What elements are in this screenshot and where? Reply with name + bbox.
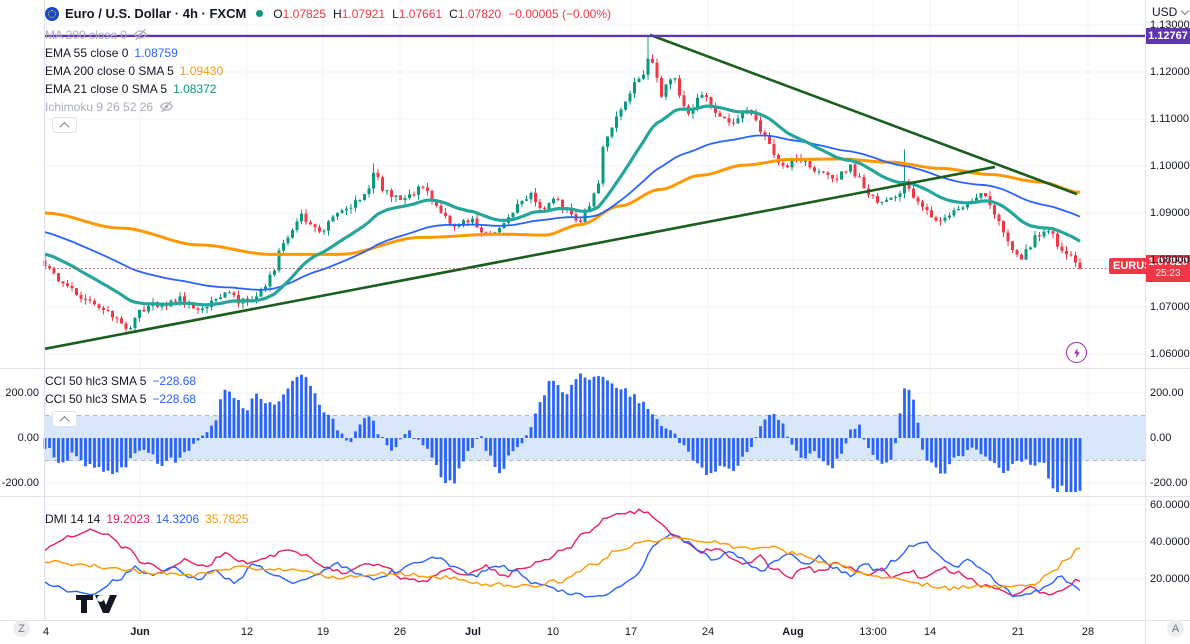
time-axis-label: Jun	[130, 626, 150, 638]
indicator-row-cci-1[interactable]: CCI 50 hlc3 SMA 5 −228.68	[45, 373, 196, 388]
collapse-cci-legend-button[interactable]	[52, 411, 77, 427]
auto-scale-badge[interactable]: A	[1167, 620, 1184, 637]
change-value: −0.00005 (−0.00%)	[508, 6, 611, 21]
indicator-row-ichimoku[interactable]: Ichimoku 9 26 52 26	[45, 99, 174, 114]
quick-action-button[interactable]	[1066, 342, 1087, 363]
ma200-label: MA 200 close 0	[45, 27, 128, 42]
price-axis-label: 1.12000	[1150, 66, 1190, 78]
chart-window: Euro / U.S. Dollar · 4h · FXCM O1.07825 …	[0, 0, 1190, 644]
time-axis-label: 10	[546, 626, 560, 638]
close-value: 1.07820	[457, 6, 502, 21]
time-axis-label: 12	[240, 626, 254, 638]
symbol-legend[interactable]: Euro / U.S. Dollar · 4h · FXCM O1.07825 …	[45, 6, 611, 21]
indicator-row-ema55[interactable]: EMA 55 close 0 1.08759	[45, 45, 178, 60]
time-axis-label: 13:00	[859, 626, 887, 638]
price-axis-label: 1.09000	[1150, 207, 1190, 219]
cci2-label: CCI 50 hlc3 SMA 5	[45, 391, 147, 406]
indicator-row-ema21[interactable]: EMA 21 close 0 SMA 5 1.08372	[45, 81, 216, 96]
eurusd-symbol-icon	[45, 6, 59, 21]
ichimoku-label: Ichimoku 9 26 52 26	[45, 99, 154, 114]
price-axis-label: 1.10000	[1150, 160, 1190, 172]
ema21-label: EMA 21 close 0 SMA 5	[45, 81, 168, 96]
time-axis-label: 14	[923, 626, 937, 638]
low-value: 1.07661	[398, 6, 443, 21]
time-axis-label: 28	[1081, 626, 1095, 638]
ema55-value: 1.08759	[134, 45, 178, 60]
dmi-adx-line	[45, 536, 1081, 591]
cci1-label: CCI 50 hlc3 SMA 5	[45, 373, 147, 388]
cci-left-axis-label: -200.00	[1, 477, 39, 489]
price-axis-label: 1.13000	[1150, 19, 1190, 31]
price-axis-label: 1.07000	[1150, 301, 1190, 313]
ema55-label: EMA 55 close 0	[45, 45, 129, 60]
tradingview-logo[interactable]	[75, 594, 119, 619]
cci-left-axis-label: 0.00	[17, 432, 39, 444]
time-axis-label: Aug	[782, 626, 804, 638]
dmi-adx-value: 35.7825	[205, 511, 249, 526]
time-axis-label: 19	[316, 626, 330, 638]
collapse-main-legend-button[interactable]	[52, 117, 77, 133]
cci1-value: −228.68	[152, 373, 197, 388]
visibility-off-icon[interactable]	[159, 100, 174, 113]
price-axis-currency-button[interactable]: USD	[1152, 5, 1190, 19]
symbol-title: Euro / U.S. Dollar · 4h · FXCM	[65, 6, 247, 21]
timezone-badge[interactable]: Z	[13, 620, 30, 637]
cci-left-axis-label: 200.00	[5, 387, 39, 399]
time-axis-label: 26	[393, 626, 407, 638]
dmi-label: DMI 14 14	[45, 511, 101, 526]
cci-axis-label: 200.00	[1150, 387, 1184, 399]
indicator-row-cci-2[interactable]: CCI 50 hlc3 SMA 5 −228.68	[45, 391, 196, 406]
indicator-row-dmi[interactable]: DMI 14 14 19.2023 14.3206 35.7825	[45, 511, 249, 526]
ohlc-values: O1.07825 H1.07921 L1.07661 C1.07820 −0.0…	[273, 6, 611, 21]
indicator-row-ema200[interactable]: EMA 200 close 0 SMA 5 1.09430	[45, 63, 223, 78]
chevron-down-icon	[1181, 6, 1190, 16]
dmi-axis-label: 60.0000	[1150, 499, 1190, 511]
chevron-up-icon	[59, 121, 70, 132]
dmi-minus-di-value: 14.3206	[155, 511, 200, 526]
time-axis-label: 4	[42, 626, 50, 638]
price-axis-label: 1.08000	[1150, 254, 1190, 266]
open-value: 1.07825	[282, 6, 327, 21]
cci-axis-label: -200.00	[1150, 477, 1188, 489]
indicator-row-ma200[interactable]: MA 200 close 0	[45, 27, 148, 42]
ema200-value: 1.09430	[179, 63, 224, 78]
dmi-plus-di-value: 19.2023	[106, 511, 150, 526]
market-open-icon	[256, 10, 264, 17]
high-value: 1.07921	[341, 6, 386, 21]
visibility-off-icon[interactable]	[133, 28, 148, 41]
chevron-up-icon	[59, 415, 70, 426]
time-axis-label: 17	[624, 626, 638, 638]
time-axis-label: Jul	[465, 626, 481, 638]
ema21-value: 1.08372	[173, 81, 217, 96]
currency-label: USD	[1152, 5, 1178, 19]
chart-canvas[interactable]	[0, 0, 1190, 644]
price-axis-label: 1.06000	[1150, 348, 1190, 360]
lightning-bolt-icon	[1073, 347, 1080, 358]
cci2-value: −228.68	[152, 391, 197, 406]
price-axis-label: 1.11000	[1150, 113, 1189, 125]
dmi-axis-label: 40.0000	[1150, 536, 1190, 548]
time-axis-label: 21	[1011, 626, 1025, 638]
time-axis-label: 24	[701, 626, 715, 638]
dmi-axis-label: 20.0000	[1150, 573, 1190, 585]
bar-countdown: 25:23	[1155, 268, 1181, 279]
ema200-label: EMA 200 close 0 SMA 5	[45, 63, 174, 78]
cci-axis-label: 0.00	[1150, 432, 1172, 444]
